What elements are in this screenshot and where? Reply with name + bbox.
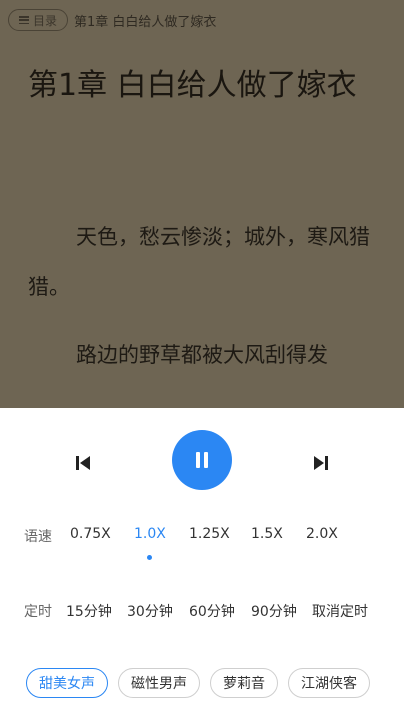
- playback-controls: [0, 430, 404, 496]
- speed-row: 语速 0.75X 1.0X 1.25X 1.5X 2.0X: [0, 521, 404, 560]
- voice-options: 甜美女声 磁性男声 萝莉音 江湖侠客: [24, 668, 394, 700]
- paragraph-1: 天色，愁云惨淡；城外，寒风猎猎。: [28, 225, 370, 299]
- speed-option-1.0x[interactable]: 1.0X: [134, 526, 166, 542]
- speed-label: 语速: [24, 529, 52, 545]
- timer-option-90min[interactable]: 90分钟: [251, 601, 297, 621]
- timer-option-30min[interactable]: 30分钟: [127, 601, 173, 621]
- timer-option-cancel[interactable]: 取消定时: [312, 601, 368, 621]
- voice-option-loli[interactable]: 萝莉音: [210, 668, 278, 698]
- pause-icon: [196, 452, 208, 468]
- skip-next-icon: [314, 456, 328, 470]
- reader-top-bar: 目录 第1章 白白给人做了嫁衣: [8, 8, 216, 32]
- speed-option-2.0x[interactable]: 2.0X: [306, 526, 338, 542]
- voice-option-magnetic-male[interactable]: 磁性男声: [118, 668, 200, 698]
- voice-option-sweet-female[interactable]: 甜美女声: [26, 668, 108, 698]
- timer-option-60min[interactable]: 60分钟: [189, 601, 235, 621]
- reader-page: 目录 第1章 白白给人做了嫁衣 第1章 白白给人做了嫁衣 天色，愁云惨淡；城外，…: [0, 0, 404, 410]
- speed-option-0.75x[interactable]: 0.75X: [70, 526, 111, 542]
- paragraph-2: 路边的野草都被大风刮得发: [76, 343, 328, 367]
- timer-row: 定时 15分钟 30分钟 60分钟 90分钟 取消定时: [0, 596, 404, 626]
- menu-icon: [19, 16, 29, 24]
- timer-label: 定时: [24, 604, 52, 620]
- top-chapter-title: 第1章 白白给人做了嫁衣: [74, 14, 217, 30]
- next-chapter-button[interactable]: [303, 445, 339, 481]
- voice-option-jianghu-swordsman[interactable]: 江湖侠客: [288, 668, 370, 698]
- timer-option-15min[interactable]: 15分钟: [66, 601, 112, 621]
- catalog-button[interactable]: 目录: [8, 9, 69, 31]
- skip-previous-icon: [76, 456, 90, 470]
- selected-indicator: [147, 555, 152, 560]
- catalog-label: 目录: [33, 13, 58, 28]
- chapter-title: 第1章 白白给人做了嫁衣: [28, 68, 357, 103]
- speed-option-1.25x[interactable]: 1.25X: [189, 526, 230, 542]
- pause-button[interactable]: [172, 430, 232, 490]
- previous-chapter-button[interactable]: [65, 445, 101, 481]
- speed-option-1.5x[interactable]: 1.5X: [251, 526, 283, 542]
- tts-player-panel: 语速 0.75X 1.0X 1.25X 1.5X 2.0X 定时 15分钟 30…: [0, 408, 404, 720]
